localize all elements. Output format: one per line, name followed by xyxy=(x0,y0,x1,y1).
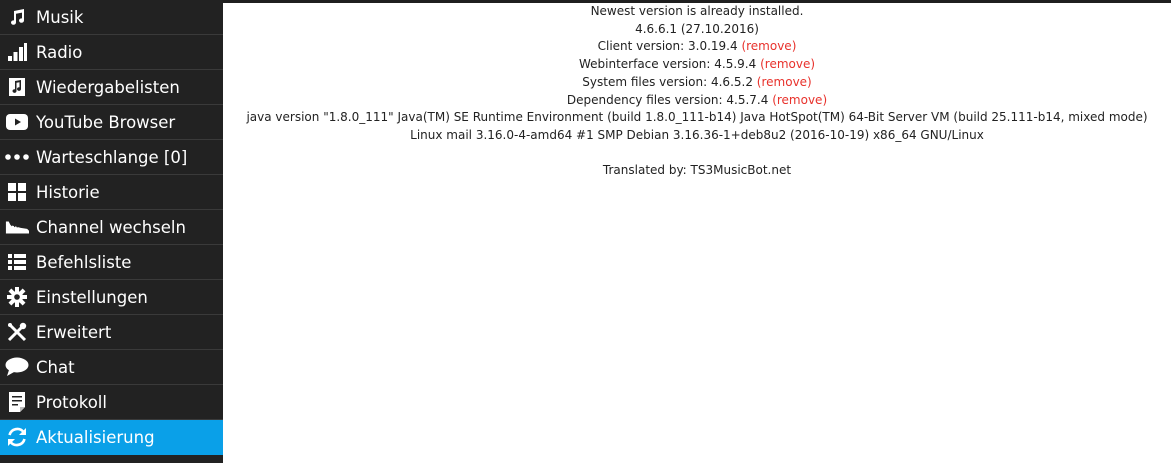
sidebar-item-befehlsliste[interactable]: Befehlsliste xyxy=(0,245,223,280)
dots-icon xyxy=(5,145,29,169)
playlist-icon xyxy=(5,75,29,99)
sidebar-item-label: Einstellungen xyxy=(36,287,148,307)
sidebar-item-label: Wiedergabelisten xyxy=(36,77,180,97)
dependency-files-version-row: Dependency files version: 4.5.7.4 (remov… xyxy=(223,92,1171,110)
remove-dependency-files-link[interactable]: (remove) xyxy=(772,93,827,107)
sidebar-item-label: Musik xyxy=(36,7,84,27)
java-version-info: java version "1.8.0_111" Java(TM) SE Run… xyxy=(246,110,1148,125)
sidebar-item-protokoll[interactable]: Protokoll xyxy=(0,385,223,420)
music-note-icon xyxy=(5,5,29,29)
remove-webinterface-link[interactable]: (remove) xyxy=(760,57,815,71)
sidebar-item-label: Channel wechseln xyxy=(36,217,186,237)
sidebar-item-einstellungen[interactable]: Einstellungen xyxy=(0,280,223,315)
webinterface-version: Webinterface version: 4.5.9.4 xyxy=(578,57,757,72)
sidebar-item-chat[interactable]: Chat xyxy=(0,350,223,385)
client-version-row: Client version: 3.0.19.4 (remove) xyxy=(223,38,1171,56)
system-files-version: System files version: 4.6.5.2 xyxy=(582,74,753,89)
shoe-icon xyxy=(5,215,29,239)
update-info-panel: Newest version is already installed. 4.6… xyxy=(223,3,1171,179)
webinterface-version-row: Webinterface version: 4.5.9.4 (remove) xyxy=(223,56,1171,74)
system-files-version-row: System files version: 4.6.5.2 (remove) xyxy=(223,74,1171,92)
sidebar-item-channel-wechseln[interactable]: Channel wechseln xyxy=(0,210,223,245)
remove-client-link[interactable]: (remove) xyxy=(741,39,796,53)
sidebar-item-warteschlange[interactable]: Warteschlange [0] xyxy=(0,140,223,175)
sidebar-nav: Musik Radio Wiedergabelisten YouTube Bro… xyxy=(0,0,223,463)
sidebar-item-historie[interactable]: Historie xyxy=(0,175,223,210)
sidebar-item-label: Radio xyxy=(36,42,83,62)
tools-icon xyxy=(5,320,29,344)
list-icon xyxy=(5,250,29,274)
sidebar-item-label: Warteschlange [0] xyxy=(36,147,188,167)
translated-by: Translated by: TS3MusicBot.net xyxy=(602,162,792,177)
dependency-files-version: Dependency files version: 4.5.7.4 xyxy=(566,92,769,107)
youtube-icon xyxy=(5,110,29,134)
sidebar-item-label: Befehlsliste xyxy=(36,252,132,272)
sidebar-item-youtube-browser[interactable]: YouTube Browser xyxy=(0,105,223,140)
sidebar-item-erweitert[interactable]: Erweitert xyxy=(0,315,223,350)
sidebar-item-wiedergabelisten[interactable]: Wiedergabelisten xyxy=(0,70,223,105)
remove-system-files-link[interactable]: (remove) xyxy=(757,75,812,89)
sidebar-item-musik[interactable]: Musik xyxy=(0,0,223,35)
sidebar-item-label: Protokoll xyxy=(36,392,107,412)
sidebar-item-aktualisierung[interactable]: Aktualisierung xyxy=(0,420,223,455)
refresh-icon xyxy=(5,425,29,449)
sidebar-item-label: Historie xyxy=(36,182,100,202)
sidebar-item-label: Chat xyxy=(36,357,75,377)
signal-bars-icon xyxy=(5,40,29,64)
installed-version: 4.6.6.1 (27.10.2016) xyxy=(635,21,759,36)
gear-icon xyxy=(5,285,29,309)
sidebar-item-label: YouTube Browser xyxy=(36,112,176,132)
client-version: Client version: 3.0.19.4 xyxy=(597,39,738,54)
sidebar-item-label: Aktualisierung xyxy=(36,427,155,447)
sidebar-item-radio[interactable]: Radio xyxy=(0,35,223,70)
newest-version-message: Newest version is already installed. xyxy=(590,4,804,18)
document-icon xyxy=(5,390,29,414)
linux-system-info: Linux mail 3.16.0-4-amd64 #1 SMP Debian … xyxy=(410,127,984,142)
grid-icon xyxy=(5,180,29,204)
speech-bubble-icon xyxy=(5,355,29,379)
sidebar-item-label: Erweitert xyxy=(36,322,112,342)
